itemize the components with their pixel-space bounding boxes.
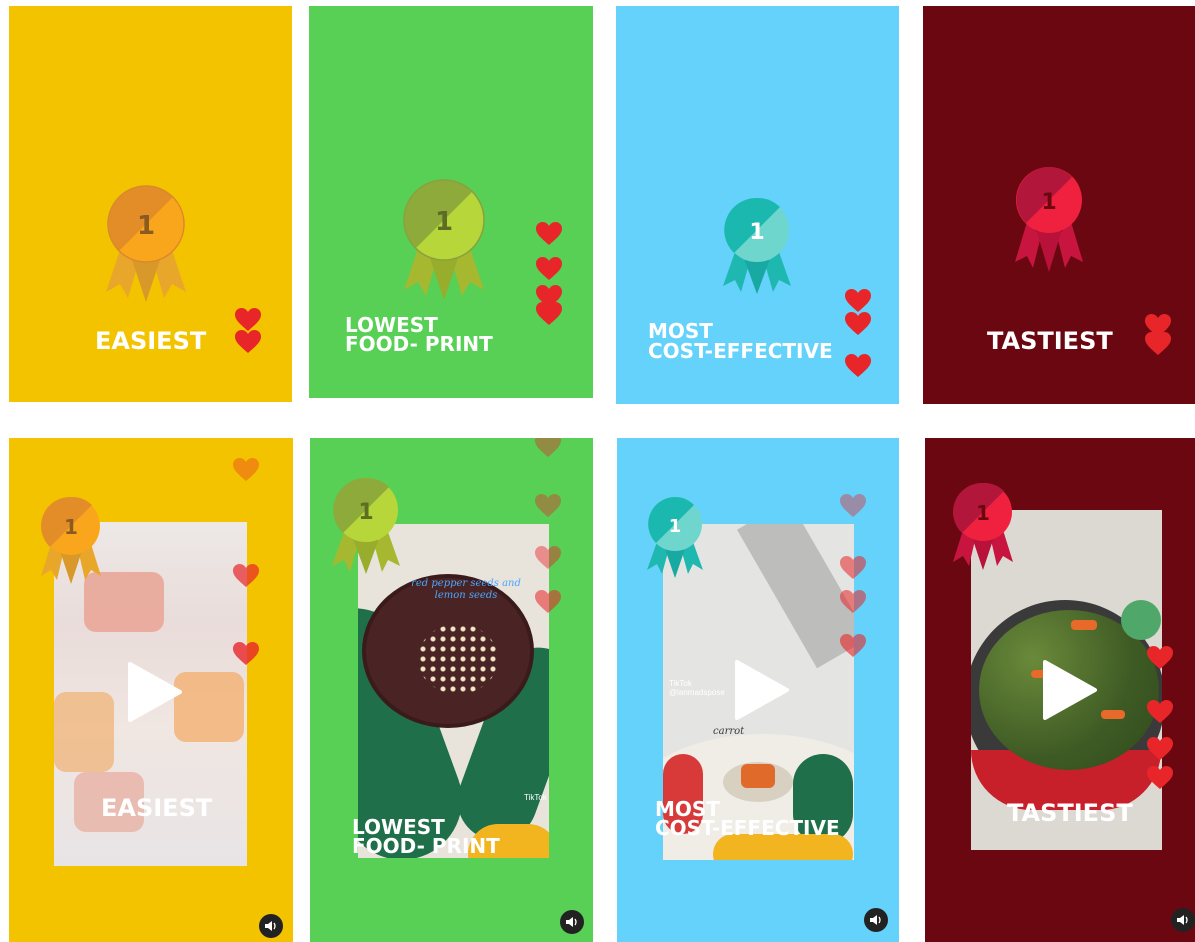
heart-icon xyxy=(535,546,561,570)
heart-icon xyxy=(840,556,866,580)
heart-icon xyxy=(233,458,259,482)
speaker-icon xyxy=(566,917,577,927)
svg-text:1: 1 xyxy=(749,220,764,245)
speaker-button[interactable] xyxy=(560,910,584,934)
heart-icon xyxy=(845,289,871,313)
video-card-easiest[interactable]: 1 EASIEST xyxy=(9,438,293,942)
card-label: EASIEST xyxy=(101,794,213,822)
handwritten-caption: carrot xyxy=(713,726,745,737)
heart-icon xyxy=(1145,332,1171,356)
svg-text:1: 1 xyxy=(358,500,373,525)
speaker-icon xyxy=(265,921,276,931)
top-card-lowest-foodprint[interactable]: 1 LOWEST FOOD- PRINT xyxy=(309,6,593,398)
medal-icon: 1 xyxy=(403,179,485,300)
video-card-tastiest[interactable]: 1 TASTIEST xyxy=(925,438,1195,942)
medal-icon: 1 xyxy=(332,477,400,574)
medal-icon: 1 xyxy=(953,482,1013,570)
card-label-line2: COST-EFFECTIVE xyxy=(655,816,840,840)
heart-icon xyxy=(840,590,866,614)
svg-text:1: 1 xyxy=(137,211,155,241)
heart-icon xyxy=(536,302,562,326)
video-card-most-cost-effective[interactable]: TikTok @lanmadspose carrot 1 MOST COST-EF… xyxy=(617,438,899,942)
card-label-line2: COST-EFFECTIVE xyxy=(648,339,833,363)
card-label: TASTIEST xyxy=(987,327,1113,355)
heart-icon xyxy=(1147,766,1173,790)
heart-icon xyxy=(233,564,259,588)
shadow xyxy=(737,524,854,669)
speaker-button[interactable] xyxy=(259,914,283,938)
heart-icon xyxy=(535,438,561,458)
svg-text:1: 1 xyxy=(976,501,990,525)
tiktok-watermark: TikTok @lanmadspose xyxy=(669,679,725,697)
heart-icon xyxy=(840,494,866,518)
heart-icon xyxy=(536,222,562,246)
heart-icon xyxy=(233,642,259,666)
heart-icon xyxy=(235,330,261,354)
svg-text:1: 1 xyxy=(435,207,453,237)
speaker-icon xyxy=(1177,915,1188,925)
speaker-button[interactable] xyxy=(864,908,888,932)
speaker-button[interactable] xyxy=(1171,908,1195,932)
medal-icon: 1 xyxy=(647,497,703,578)
heart-icon xyxy=(840,634,866,658)
play-icon[interactable] xyxy=(731,660,791,720)
heart-icon xyxy=(1147,700,1173,724)
video-card-lowest-foodprint[interactable]: red pepper seeds and lemon seeds TikTok … xyxy=(310,438,593,942)
medal-icon: 1 xyxy=(106,185,186,302)
heart-icon xyxy=(845,354,871,378)
top-card-tastiest[interactable]: 1 TASTIEST xyxy=(923,6,1195,404)
medal-icon: 1 xyxy=(723,197,791,294)
play-icon[interactable] xyxy=(1039,660,1099,720)
heart-icon xyxy=(536,257,562,281)
card-label-line2: FOOD- PRINT xyxy=(352,834,500,858)
heart-icon xyxy=(1147,737,1173,761)
carrot-piece xyxy=(1071,620,1097,630)
carrot xyxy=(741,764,775,788)
heart-icon xyxy=(1147,646,1173,670)
lid-knob xyxy=(1121,600,1161,640)
heart-icon xyxy=(845,312,871,336)
food-block xyxy=(174,672,244,742)
card-label: TASTIEST xyxy=(1007,799,1133,827)
carrot-piece xyxy=(1101,710,1125,719)
svg-text:1: 1 xyxy=(1041,190,1056,215)
heart-icon xyxy=(535,590,561,614)
svg-text:1: 1 xyxy=(64,515,78,539)
card-label: EASIEST xyxy=(95,327,207,355)
top-card-most-cost-effective[interactable]: 1 MOST COST-EFFECTIVE xyxy=(616,6,899,404)
medal-icon: 1 xyxy=(41,496,101,584)
heart-icon xyxy=(535,494,561,518)
play-icon[interactable] xyxy=(124,662,184,722)
handwritten-caption: red pepper seeds and lemon seeds xyxy=(411,578,521,601)
speaker-icon xyxy=(870,915,881,925)
food-block xyxy=(54,692,114,772)
medal-icon: 1 xyxy=(1015,167,1083,272)
heart-icon xyxy=(235,308,261,332)
card-label-line2: FOOD- PRINT xyxy=(345,332,493,356)
top-card-easiest[interactable]: 1 EASIEST xyxy=(9,6,292,402)
svg-text:1: 1 xyxy=(669,516,682,537)
tiktok-watermark: TikTok xyxy=(524,793,547,802)
